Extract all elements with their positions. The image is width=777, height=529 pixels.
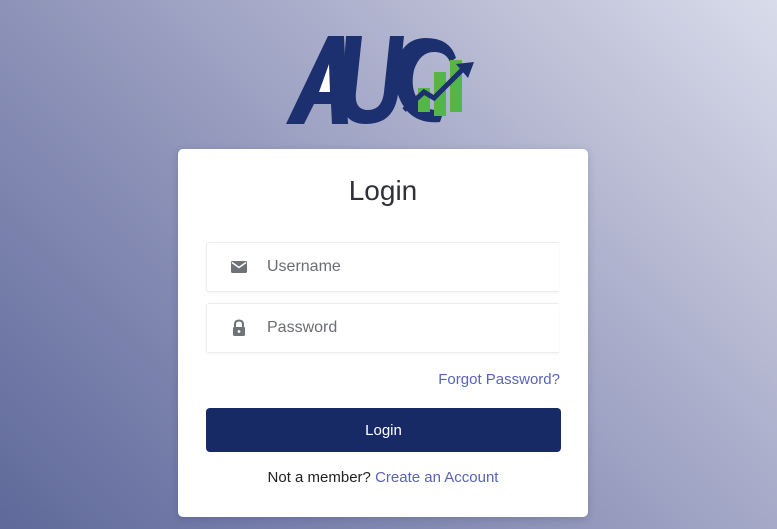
login-button[interactable]: Login <box>206 408 561 452</box>
create-account-link[interactable]: Create an Account <box>375 469 498 486</box>
login-card: Login Forgot Password? Login Not a membe… <box>178 149 588 517</box>
password-input[interactable] <box>267 304 547 352</box>
forgot-password-link[interactable]: Forgot Password? <box>438 371 560 388</box>
signup-row: Not a member? Create an Account <box>178 469 588 486</box>
lock-icon <box>229 318 249 338</box>
brand-logo <box>286 36 474 124</box>
login-title: Login <box>348 175 418 206</box>
signup-prompt: Not a member? <box>267 469 371 486</box>
username-field[interactable] <box>206 242 559 292</box>
mail-icon <box>229 257 249 277</box>
password-field[interactable] <box>206 303 559 353</box>
username-input[interactable] <box>267 243 547 291</box>
